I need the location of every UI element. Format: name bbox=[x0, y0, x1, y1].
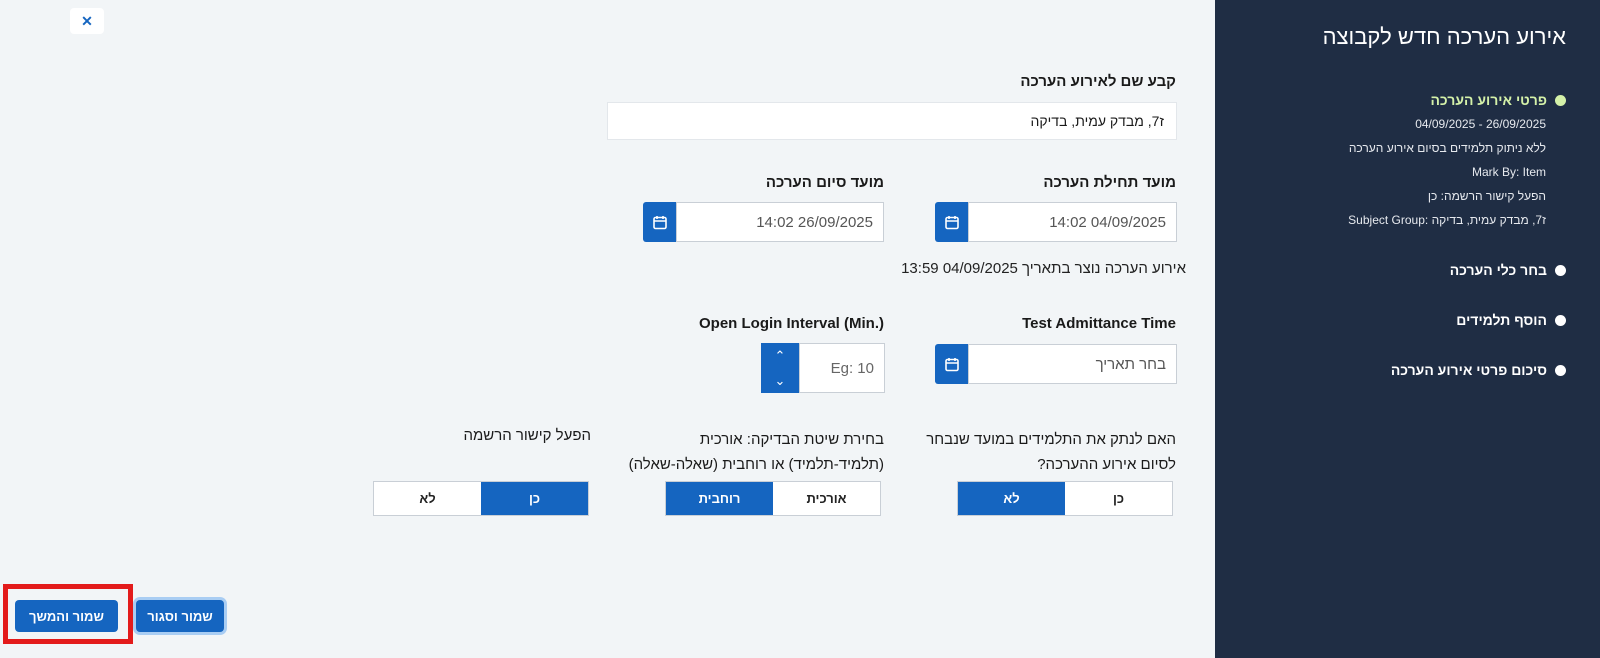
start-date-input[interactable]: 14:02 04/09/2025 bbox=[968, 202, 1177, 242]
sidebar-step-details[interactable]: פרטי אירוע הערכה bbox=[1430, 92, 1566, 108]
link-yes-option[interactable]: כן bbox=[481, 482, 588, 515]
login-interval-stepper[interactable]: ⌃ ⌄ Eg: 10 bbox=[761, 343, 885, 393]
admittance-input[interactable]: בחר תאריך bbox=[968, 344, 1177, 384]
calendar-icon[interactable] bbox=[935, 202, 968, 242]
created-note: אירוע הערכה נוצר בתאריך 04/09/2025 13:59 bbox=[901, 260, 1186, 277]
disconnect-toggle: לא כן bbox=[957, 481, 1173, 516]
calendar-icon[interactable] bbox=[643, 202, 676, 242]
chevron-up-icon[interactable]: ⌃ bbox=[775, 348, 786, 364]
close-button[interactable]: ✕ bbox=[70, 8, 104, 34]
save-continue-button[interactable]: שמור והמשך bbox=[15, 600, 118, 632]
save-close-button[interactable]: שמור וסגור bbox=[136, 600, 224, 632]
method-label-line1: בחירת שיטת הבדיקה: אורכית bbox=[699, 431, 884, 448]
method-label: בחירת שיטת הבדיקה: אורכית (תלמיד-תלמיד) … bbox=[629, 427, 884, 477]
link-no-option[interactable]: לא bbox=[374, 482, 481, 515]
admittance-label: Test Admittance Time bbox=[1022, 315, 1176, 332]
step-dot-icon bbox=[1555, 264, 1566, 276]
step-label: בחר כלי הערכה bbox=[1449, 262, 1547, 278]
start-date-label: מועד תחילת הערכה bbox=[1043, 174, 1176, 191]
disconnect-label-line2: לסיום אירוע ההערכה? bbox=[1037, 456, 1176, 473]
disconnect-yes-option[interactable]: כן bbox=[1065, 482, 1172, 515]
sidebar-title: אירוע הערכה חדש לקבוצה bbox=[1322, 24, 1566, 49]
step-dot-icon bbox=[1555, 94, 1566, 106]
end-date-label: מועד סיום הערכה bbox=[765, 174, 884, 191]
disconnect-label-line1: האם לנתק את התלמידים במועד שנבחר bbox=[926, 431, 1176, 448]
admittance-field[interactable]: בחר תאריך bbox=[935, 344, 1177, 384]
main-panel: ✕ קבע שם לאירוע הערכה ז7, מבדק עמית, בדי… bbox=[0, 0, 1215, 658]
chevron-down-icon[interactable]: ⌄ bbox=[775, 373, 786, 389]
detail-subject-group: Subject Group: ז7, מבדק עמית, בדיקה bbox=[1348, 213, 1546, 227]
detail-date-range: 26/09/2025 - 04/09/2025 bbox=[1415, 117, 1546, 131]
link-label: הפעל קישור הרשמה bbox=[463, 427, 591, 444]
sidebar: אירוע הערכה חדש לקבוצה פרטי אירוע הערכה … bbox=[1215, 0, 1600, 658]
disconnect-no-option[interactable]: לא bbox=[958, 482, 1065, 515]
method-label-line2: (תלמיד-תלמיד) או רוחבית (שאלה-שאלה) bbox=[628, 456, 884, 473]
detail-link: הפעל קישור הרשמה: כן bbox=[1427, 189, 1546, 203]
disconnect-label: האם לנתק את התלמידים במועד שנבחר לסיום א… bbox=[926, 427, 1176, 477]
step-label: הוסף תלמידים bbox=[1456, 312, 1547, 328]
sidebar-step-summary[interactable]: סיכום פרטי אירוע הערכה bbox=[1391, 362, 1566, 378]
end-date-field[interactable]: 14:02 26/09/2025 bbox=[643, 202, 884, 242]
link-toggle: לא כן bbox=[373, 481, 589, 516]
close-icon: ✕ bbox=[81, 12, 93, 29]
login-interval-input[interactable]: Eg: 10 bbox=[799, 343, 885, 393]
detail-disconnect: ללא ניתוק תלמידים בסיום אירוע הערכה bbox=[1348, 141, 1546, 155]
detail-mark-by: Mark By: Item bbox=[1471, 165, 1546, 179]
step-dot-icon bbox=[1555, 314, 1566, 326]
calendar-icon[interactable] bbox=[935, 344, 968, 384]
start-date-field[interactable]: 14:02 04/09/2025 bbox=[935, 202, 1177, 242]
step-label: סיכום פרטי אירוע הערכה bbox=[1390, 362, 1547, 378]
method-vertical-option[interactable]: אורכית bbox=[773, 482, 880, 515]
event-name-input[interactable]: ז7, מבדק עמית, בדיקה bbox=[607, 102, 1177, 140]
login-interval-label: Open Login Interval (Min.) bbox=[699, 315, 884, 332]
sidebar-step-students[interactable]: הוסף תלמידים bbox=[1456, 312, 1566, 328]
sidebar-step-tools[interactable]: בחר כלי הערכה bbox=[1450, 262, 1566, 278]
event-name-label: קבע שם לאירוע הערכה bbox=[1020, 73, 1176, 90]
method-horizontal-option[interactable]: רוחבית bbox=[666, 482, 773, 515]
event-name-value: ז7, מבדק עמית, בדיקה bbox=[1030, 113, 1164, 129]
end-date-input[interactable]: 14:02 26/09/2025 bbox=[676, 202, 884, 242]
method-toggle: רוחבית אורכית bbox=[665, 481, 881, 516]
step-label: פרטי אירוע הערכה bbox=[1430, 92, 1547, 108]
step-dot-icon bbox=[1555, 364, 1566, 376]
